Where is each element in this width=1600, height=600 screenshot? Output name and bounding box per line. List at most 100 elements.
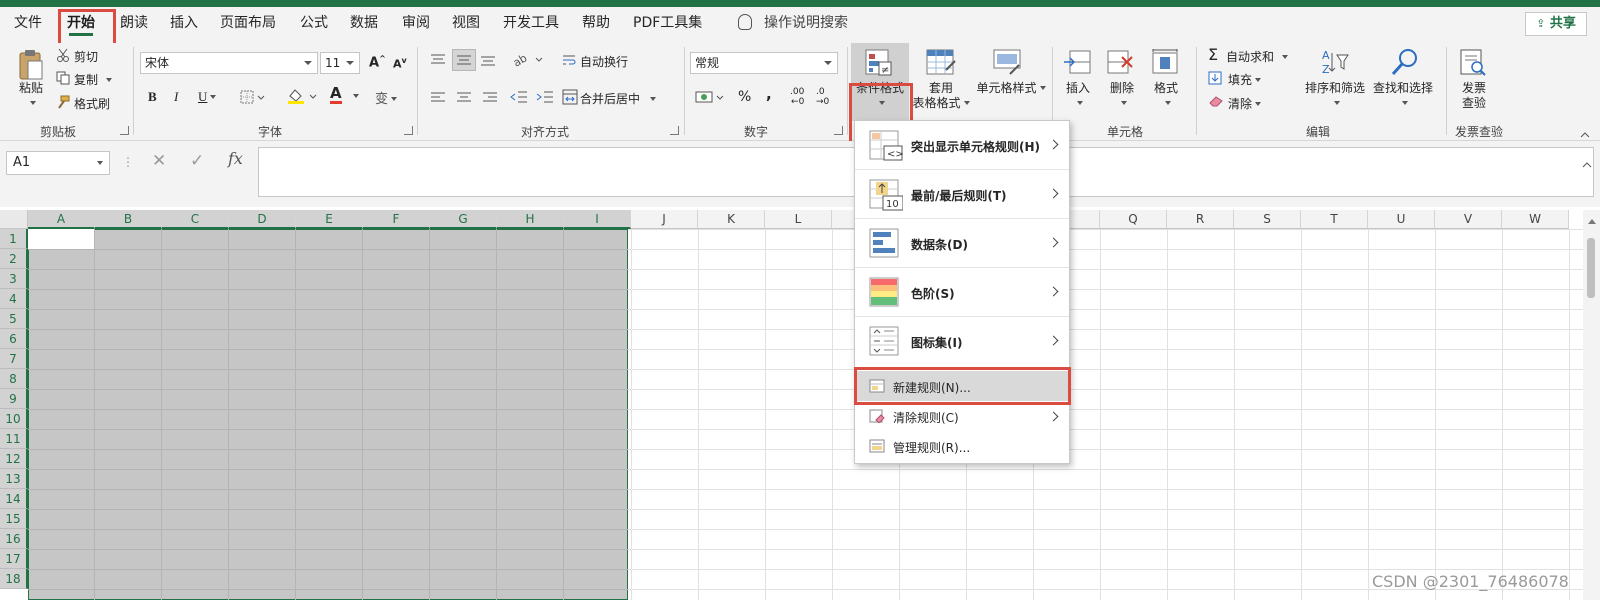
bold-button[interactable]: B (148, 89, 157, 105)
autosum-button[interactable]: 自动求和 (1226, 48, 1289, 65)
menu-item-highlight-rules[interactable]: <> 突出显示单元格规则(H) (855, 121, 1069, 170)
wrap-text-button[interactable]: 自动换行 (580, 53, 628, 70)
tab-help[interactable]: 帮助 (582, 7, 610, 43)
border-icon[interactable] (240, 90, 266, 107)
menu-item-clear-rules[interactable]: 清除规则(C) (855, 401, 1069, 431)
fill-color-icon[interactable] (286, 87, 322, 108)
cancel-entry-button[interactable]: ✕ (152, 151, 166, 171)
row-header-16[interactable]: 16 (0, 529, 28, 549)
increase-decimal-button[interactable]: .00 ←0 (790, 87, 804, 107)
align-right-icon[interactable] (482, 91, 498, 108)
comma-button[interactable]: , (766, 85, 772, 103)
column-header-i[interactable]: I (564, 210, 631, 229)
row-header-5[interactable]: 5 (0, 309, 28, 329)
number-format-combo[interactable]: 常规 (690, 52, 838, 74)
row-header-15[interactable]: 15 (0, 509, 28, 529)
orientation-icon[interactable]: ab (511, 51, 546, 71)
font-size-combo[interactable]: 11 (320, 52, 360, 74)
collapse-ribbon-icon[interactable] (1580, 127, 1590, 141)
column-header-d[interactable]: D (229, 210, 296, 229)
clear-button[interactable]: 清除 (1228, 95, 1262, 112)
column-header-s[interactable]: S (1234, 210, 1301, 229)
column-header-r[interactable]: R (1167, 210, 1234, 229)
expand-formula-icon[interactable] (1582, 157, 1592, 171)
insert-cells-button[interactable]: 插入 (1058, 81, 1098, 111)
row-header-3[interactable]: 3 (0, 269, 28, 289)
column-header-e[interactable]: E (296, 210, 363, 229)
select-all-corner[interactable] (0, 210, 28, 229)
confirm-entry-button[interactable]: ✓ (190, 151, 204, 171)
worksheet-grid[interactable]: ABCDEFGHIJKLMNOPQRSTUVW12345678910111213… (0, 210, 1600, 600)
paste-icon[interactable] (18, 49, 44, 84)
column-header-g[interactable]: G (430, 210, 497, 229)
row-header-13[interactable]: 13 (0, 469, 28, 489)
row-header-10[interactable]: 10 (0, 409, 28, 429)
format-as-table-button[interactable]: 套用 表格格式 (906, 81, 976, 111)
column-header-v[interactable]: V (1435, 210, 1502, 229)
increase-font-button[interactable]: A^ (369, 54, 386, 70)
row-header-6[interactable]: 6 (0, 329, 28, 349)
tab-formulas[interactable]: 公式 (300, 7, 328, 43)
tab-file[interactable]: 文件 (14, 7, 42, 43)
column-header-l[interactable]: L (765, 210, 832, 229)
column-header-f[interactable]: F (363, 210, 430, 229)
row-header-17[interactable]: 17 (0, 549, 28, 569)
align-middle-icon[interactable] (452, 49, 476, 71)
format-painter-button[interactable]: 格式刷 (74, 95, 110, 112)
share-button[interactable]: ⇪ 共享 (1525, 12, 1587, 36)
tell-me-search[interactable]: 操作说明搜索 (738, 7, 848, 43)
row-header-9[interactable]: 9 (0, 389, 28, 409)
format-cells-button[interactable]: 格式 (1146, 81, 1186, 111)
menu-item-data-bars[interactable]: 数据条(D) (855, 219, 1069, 268)
menu-item-icon-sets[interactable]: 图标集(I) (855, 317, 1069, 366)
percent-button[interactable]: % (738, 89, 751, 105)
tab-pdf-tools[interactable]: PDF工具集 (633, 7, 702, 43)
column-header-c[interactable]: C (162, 210, 229, 229)
copy-button[interactable]: 复制 (74, 71, 113, 88)
font-name-combo[interactable]: 宋体 (140, 52, 318, 74)
tab-view[interactable]: 视图 (452, 7, 480, 43)
selected-range[interactable] (28, 229, 628, 600)
number-launcher-icon[interactable] (834, 126, 843, 135)
italic-button[interactable]: I (174, 89, 178, 105)
delete-cells-button[interactable]: 删除 (1102, 81, 1142, 111)
tab-developer[interactable]: 开发工具 (503, 7, 559, 43)
name-box[interactable]: A1 (6, 151, 110, 175)
vertical-scroll-thumb[interactable] (1587, 238, 1595, 298)
increase-indent-icon[interactable] (536, 90, 554, 107)
underline-button[interactable]: U (198, 89, 217, 105)
font-color-button[interactable]: A (330, 85, 342, 104)
clipboard-launcher-icon[interactable] (120, 126, 129, 135)
column-header-t[interactable]: T (1301, 210, 1368, 229)
sort-filter-button[interactable]: 排序和筛选 (1302, 81, 1368, 111)
chevron-down-icon[interactable] (353, 94, 359, 98)
row-header-12[interactable]: 12 (0, 449, 28, 469)
column-header-q[interactable]: Q (1100, 210, 1167, 229)
tab-data[interactable]: 数据 (350, 7, 378, 43)
active-cell[interactable] (28, 229, 95, 249)
paste-button[interactable]: 粘贴 (14, 81, 48, 111)
decrease-decimal-button[interactable]: .0 →0 (816, 87, 829, 107)
font-launcher-icon[interactable] (404, 126, 413, 135)
decrease-indent-icon[interactable] (510, 90, 528, 107)
align-top-icon[interactable] (430, 53, 446, 70)
row-header-11[interactable]: 11 (0, 429, 28, 449)
row-header-7[interactable]: 7 (0, 349, 28, 369)
menu-item-top-bottom-rules[interactable]: 10 最前/最后规则(T) (855, 170, 1069, 219)
align-left-icon[interactable] (430, 91, 446, 108)
row-header-18[interactable]: 18 (0, 569, 28, 589)
decrease-font-button[interactable]: Av (393, 56, 407, 71)
invoice-check-button[interactable]: 发票 查验 (1452, 81, 1496, 111)
column-header-u[interactable]: U (1368, 210, 1435, 229)
align-bottom-icon[interactable] (480, 53, 496, 70)
align-center-icon[interactable] (456, 91, 472, 108)
tab-page-layout[interactable]: 页面布局 (220, 7, 276, 43)
row-header-2[interactable]: 2 (0, 249, 28, 269)
column-header-j[interactable]: J (631, 210, 698, 229)
merge-center-button[interactable]: 合并后居中 (580, 90, 657, 107)
find-select-button[interactable]: 查找和选择 (1368, 81, 1438, 111)
column-header-k[interactable]: K (698, 210, 765, 229)
column-header-b[interactable]: B (95, 210, 162, 229)
row-header-8[interactable]: 8 (0, 369, 28, 389)
alignment-launcher-icon[interactable] (670, 126, 679, 135)
